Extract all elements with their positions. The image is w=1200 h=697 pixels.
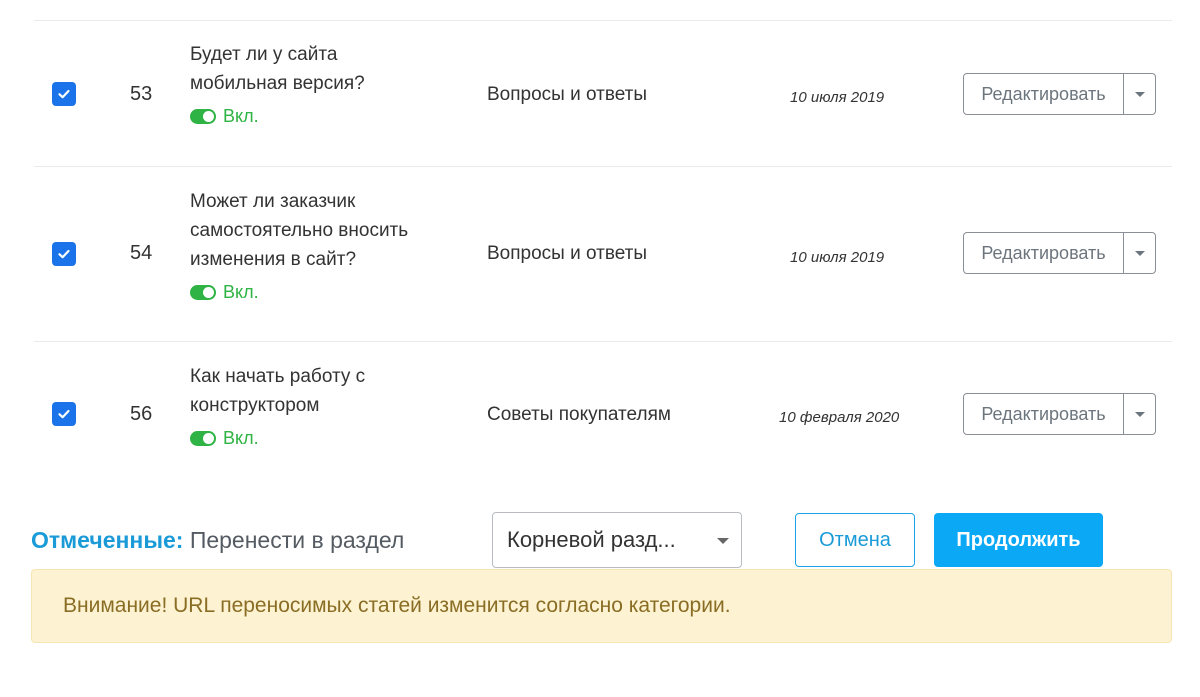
article-title-line: Будет ли у сайта bbox=[190, 44, 338, 65]
row-checkbox[interactable] bbox=[52, 242, 76, 266]
edit-button[interactable]: Редактировать bbox=[964, 233, 1124, 273]
warning-text: Внимание! URL переносимых статей изменит… bbox=[63, 594, 731, 617]
continue-button[interactable]: Продолжить bbox=[934, 513, 1103, 567]
url-change-warning: Внимание! URL переносимых статей изменит… bbox=[31, 569, 1172, 643]
cancel-button[interactable]: Отмена bbox=[795, 513, 915, 567]
edit-dropdown-toggle[interactable] bbox=[1124, 74, 1155, 114]
status-toggle[interactable]: Вкл. bbox=[190, 106, 460, 127]
toggle-on-icon bbox=[190, 109, 216, 124]
row-id: 56 bbox=[130, 403, 153, 425]
articles-page: 53 Будет ли у сайта мобильная версия? Вк… bbox=[0, 0, 1200, 697]
article-title-line: Как начать работу с bbox=[190, 366, 366, 387]
table-row: 54 Может ли заказчик самостоятельно внос… bbox=[34, 167, 1172, 342]
edit-button-group: Редактировать bbox=[963, 73, 1156, 115]
table-row: 56 Как начать работу с конструктором Вкл… bbox=[34, 342, 1172, 482]
edit-button-group: Редактировать bbox=[963, 393, 1156, 435]
section-select-value: Корневой разд... bbox=[507, 527, 676, 552]
article-title-line: изменения в сайт? bbox=[190, 249, 357, 270]
move-to-section-label: Перенести в раздел bbox=[189, 527, 405, 553]
edit-button-group: Редактировать bbox=[963, 232, 1156, 274]
check-icon bbox=[58, 89, 70, 99]
selected-label: Отмеченные: bbox=[31, 527, 184, 553]
bulk-actions-label: Отмеченные: Перенести в раздел bbox=[31, 527, 404, 554]
article-title[interactable]: Будет ли у сайта мобильная версия? bbox=[190, 40, 460, 98]
edit-button[interactable]: Редактировать bbox=[964, 74, 1124, 114]
check-icon bbox=[58, 249, 70, 259]
article-title[interactable]: Может ли заказчик самостоятельно вносить… bbox=[190, 187, 460, 274]
article-date: 10 июля 2019 bbox=[790, 249, 885, 266]
edit-dropdown-toggle[interactable] bbox=[1124, 233, 1155, 273]
chevron-down-icon bbox=[1134, 91, 1145, 97]
edit-button[interactable]: Редактировать bbox=[964, 394, 1124, 434]
row-id: 53 bbox=[130, 83, 153, 105]
toggle-on-icon bbox=[190, 285, 216, 300]
status-toggle[interactable]: Вкл. bbox=[190, 428, 460, 449]
article-category: Вопросы и ответы bbox=[487, 243, 648, 264]
article-title[interactable]: Как начать работу с конструктором bbox=[190, 362, 460, 420]
chevron-down-icon bbox=[1134, 250, 1145, 256]
bulk-actions-bar: Отмеченные: Перенести в раздел Корневой … bbox=[31, 511, 1172, 568]
chevron-down-icon bbox=[1134, 411, 1145, 417]
edit-dropdown-toggle[interactable] bbox=[1124, 394, 1155, 434]
article-title-block: Может ли заказчик самостоятельно вносить… bbox=[190, 187, 460, 303]
article-title-line: Может ли заказчик bbox=[190, 191, 356, 212]
article-title-line: конструктором bbox=[190, 395, 320, 416]
table-row: 53 Будет ли у сайта мобильная версия? Вк… bbox=[34, 21, 1172, 167]
section-select[interactable]: Корневой разд... bbox=[492, 512, 742, 568]
article-date: 10 июля 2019 bbox=[790, 89, 885, 106]
status-label: Вкл. bbox=[223, 106, 259, 126]
check-icon bbox=[58, 409, 70, 419]
status-label: Вкл. bbox=[223, 428, 259, 448]
status-label: Вкл. bbox=[223, 282, 259, 302]
article-title-block: Как начать работу с конструктором Вкл. bbox=[190, 362, 460, 449]
chevron-down-icon bbox=[717, 538, 729, 544]
article-title-block: Будет ли у сайта мобильная версия? Вкл. bbox=[190, 40, 460, 127]
article-date: 10 февраля 2020 bbox=[779, 409, 900, 426]
article-title-line: мобильная версия? bbox=[190, 73, 365, 94]
article-category: Вопросы и ответы bbox=[487, 84, 648, 105]
toggle-on-icon bbox=[190, 431, 216, 446]
article-category: Советы покупателям bbox=[487, 404, 671, 425]
row-id: 54 bbox=[130, 242, 153, 264]
status-toggle[interactable]: Вкл. bbox=[190, 282, 460, 303]
row-checkbox[interactable] bbox=[52, 82, 76, 106]
row-checkbox[interactable] bbox=[52, 402, 76, 426]
article-title-line: самостоятельно вносить bbox=[190, 220, 409, 241]
